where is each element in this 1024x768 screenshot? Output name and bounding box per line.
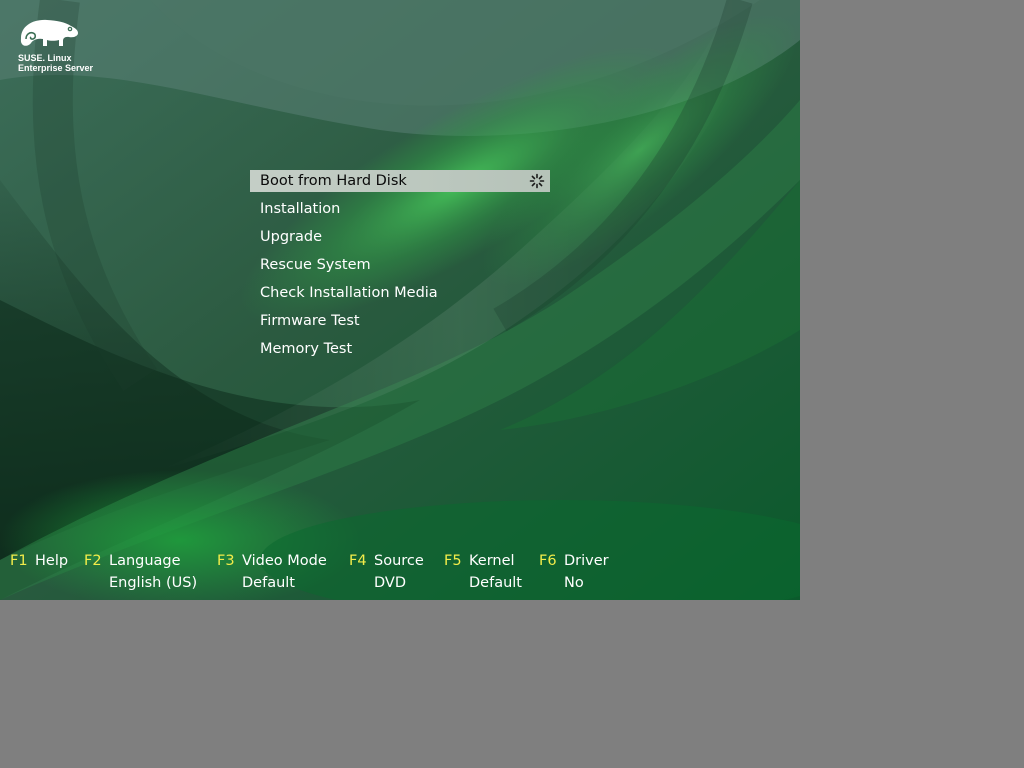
fkey-label: Help <box>35 553 69 569</box>
logo-product-line: Enterprise Server <box>18 63 94 73</box>
fkey-key: F5 <box>444 553 462 569</box>
menu-item-label: Rescue System <box>260 257 371 273</box>
fkey-key: F1 <box>10 553 28 569</box>
chameleon-icon <box>20 19 79 46</box>
fkey-key: F6 <box>539 553 557 569</box>
menu-item-label: Installation <box>260 201 341 217</box>
fkey-label: Source <box>374 553 424 569</box>
fkey-label: Driver <box>564 553 609 569</box>
boot-menu: Boot from Hard Disk Installation Upgrade <box>250 170 550 366</box>
menu-item-label: Check Installation Media <box>260 285 438 301</box>
function-key-bar: F1 Help F2 Language English (US) F3 Vide… <box>0 550 800 596</box>
suse-logo: SUSE. Linux Enterprise Server <box>17 16 127 76</box>
menu-item-label: Memory Test <box>260 341 353 357</box>
menu-item-rescue-system[interactable]: Rescue System <box>250 254 550 276</box>
logo-brand-line: SUSE. Linux <box>18 53 72 63</box>
boot-screen: SUSE. Linux Enterprise Server Boot from … <box>0 0 800 600</box>
menu-item-installation[interactable]: Installation <box>250 198 550 220</box>
fkey-key: F3 <box>217 553 235 569</box>
fkey-value: English (US) <box>109 575 198 591</box>
spinner-icon <box>529 173 545 189</box>
fkey-label: Language <box>109 553 181 569</box>
menu-item-firmware-test[interactable]: Firmware Test <box>250 310 550 332</box>
fkey-label: Kernel <box>469 553 515 569</box>
menu-item-label: Upgrade <box>260 229 322 245</box>
menu-item-upgrade[interactable]: Upgrade <box>250 226 550 248</box>
fkey-value: DVD <box>374 575 406 591</box>
fkey-key: F4 <box>349 553 367 569</box>
menu-item-boot-from-hard-disk[interactable]: Boot from Hard Disk <box>250 170 550 192</box>
fkey-label: Video Mode <box>242 553 327 569</box>
menu-item-check-installation-media[interactable]: Check Installation Media <box>250 282 550 304</box>
menu-item-label: Boot from Hard Disk <box>260 173 407 189</box>
menu-item-memory-test[interactable]: Memory Test <box>250 338 550 360</box>
fkey-value: Default <box>242 575 295 591</box>
menu-item-label: Firmware Test <box>260 313 360 329</box>
fkey-value: Default <box>469 575 522 591</box>
fkey-value: No <box>564 575 584 591</box>
fkey-key: F2 <box>84 553 102 569</box>
